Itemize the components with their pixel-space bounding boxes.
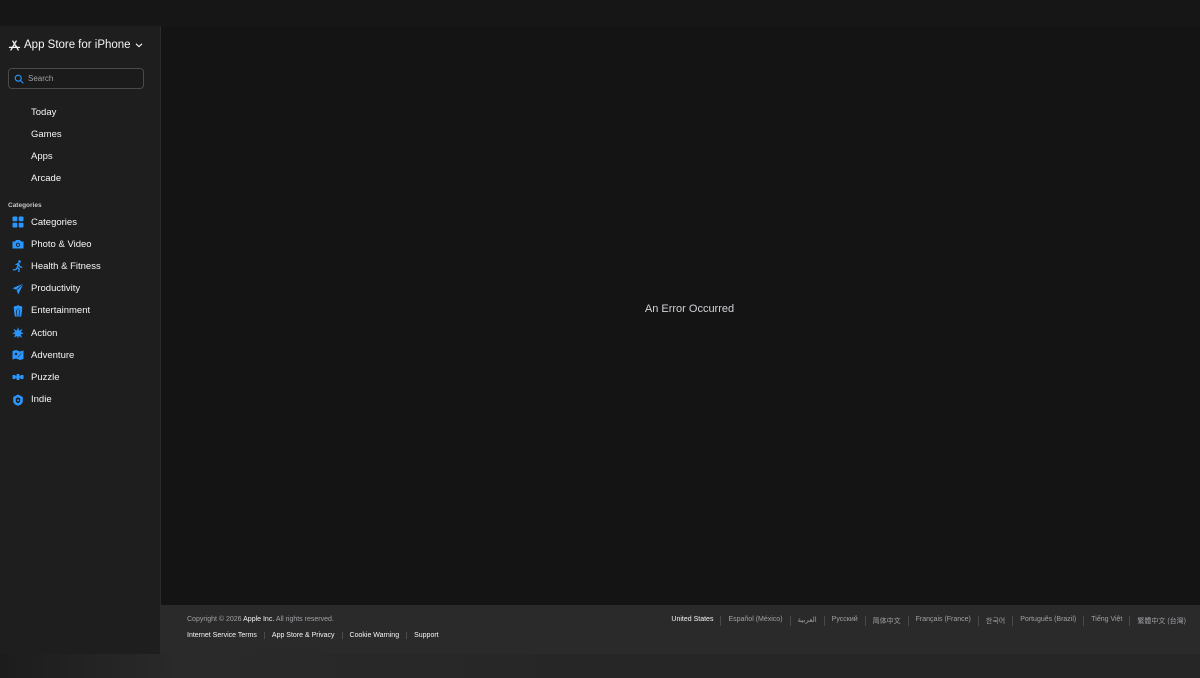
sidebar-item-label: Puzzle <box>31 371 60 383</box>
sidebar-item-label: Productivity <box>31 283 81 295</box>
sidebar-item-action[interactable]: Action <box>0 322 160 344</box>
sidebar-item-label: Action <box>31 327 58 339</box>
categories-heading: Categories <box>8 202 42 209</box>
sidebar-item-photo-video[interactable]: Photo & Video <box>0 233 160 255</box>
language-link[interactable]: 한국어 <box>977 616 1012 626</box>
copyright-suffix: All rights reserved. <box>275 616 334 623</box>
app-store-switcher[interactable]: App Store for iPhone <box>8 38 143 52</box>
top-bar <box>0 0 1200 26</box>
nav-item-label: Games <box>31 128 62 140</box>
support-link[interactable]: Support <box>406 632 446 639</box>
error-message: An Error Occurred <box>644 303 735 315</box>
nav-item-arcade[interactable]: Arcade <box>0 168 160 190</box>
sidebar-item-label: Indie <box>31 394 52 406</box>
sidebar-item-indie[interactable]: Indie <box>0 389 160 411</box>
app-store-icon <box>8 39 21 51</box>
grid-icon <box>12 216 24 228</box>
brand-name: App Store <box>24 39 76 51</box>
language-link[interactable]: United States <box>664 616 720 626</box>
sidebar-item-adventure[interactable]: Adventure <box>0 344 160 366</box>
sidebar-item-label: Photo & Video <box>31 238 92 250</box>
app-store-privacy-link[interactable]: App Store & Privacy <box>263 632 342 639</box>
explosion-icon <box>12 327 24 339</box>
bottom-bar <box>0 654 1200 678</box>
language-link[interactable]: 繁體中文 (台灣) <box>1129 616 1186 626</box>
primary-nav: Today Games Apps Arcade <box>0 101 160 190</box>
language-links: United States Español (México) العربية Р… <box>664 616 1186 626</box>
legal-links: Internet Service Terms App Store & Priva… <box>187 632 446 639</box>
running-icon <box>12 260 23 273</box>
search-box[interactable] <box>8 68 144 89</box>
map-icon <box>12 350 24 361</box>
brand-suffix: for iPhone <box>78 39 131 51</box>
camera-icon <box>12 240 24 249</box>
internet-service-terms-link[interactable]: Internet Service Terms <box>187 632 264 639</box>
search-icon <box>14 74 24 84</box>
main-content: An Error Occurred <box>161 26 1200 605</box>
sidebar-item-entertainment[interactable]: Entertainment <box>0 300 160 322</box>
sidebar-item-label: Adventure <box>31 349 75 361</box>
nav-item-today[interactable]: Today <box>0 101 160 123</box>
language-link[interactable]: العربية <box>789 616 824 626</box>
footer: Copyright © 2026 Apple Inc. All rights r… <box>161 605 1200 654</box>
paper-plane-icon <box>12 282 24 295</box>
nav-item-apps[interactable]: Apps <box>0 145 160 167</box>
copyright-prefix: Copyright © 2026 <box>187 616 242 623</box>
sidebar-item-categories[interactable]: Categories <box>0 211 160 233</box>
categories-nav: Categories Photo & Video Health & Fitnes… <box>0 211 160 411</box>
search-input[interactable] <box>28 74 138 83</box>
copyright-company: Apple Inc. <box>243 616 275 623</box>
language-link[interactable]: Français (France) <box>907 616 978 626</box>
sidebar-item-puzzle[interactable]: Puzzle <box>0 366 160 388</box>
nav-item-games[interactable]: Games <box>0 123 160 145</box>
language-link[interactable]: 简体中文 <box>864 616 908 626</box>
sidebar-item-label: Entertainment <box>31 305 91 317</box>
cookie-warning-link[interactable]: Cookie Warning <box>341 632 407 639</box>
sidebar-item-label: Categories <box>31 216 77 228</box>
nav-item-label: Apps <box>31 150 53 162</box>
sidebar-item-label: Health & Fitness <box>31 260 101 272</box>
sidebar: App Store for iPhone Today Games Apps Ar… <box>0 26 161 654</box>
language-link[interactable]: Español (México) <box>720 616 789 626</box>
language-link[interactable]: Русский <box>823 616 865 626</box>
popcorn-icon <box>13 305 23 317</box>
puzzle-icon <box>12 374 24 381</box>
sidebar-item-health-fitness[interactable]: Health & Fitness <box>0 255 160 277</box>
sidebar-item-productivity[interactable]: Productivity <box>0 278 160 300</box>
language-link[interactable]: Português (Brazil) <box>1012 616 1083 626</box>
nav-item-label: Today <box>31 106 57 118</box>
chevron-down-icon <box>135 43 142 48</box>
copyright: Copyright © 2026 Apple Inc. All rights r… <box>187 616 334 623</box>
nav-item-label: Arcade <box>31 173 62 185</box>
language-link[interactable]: Tiếng Việt <box>1083 616 1129 626</box>
shield-icon <box>13 394 23 406</box>
